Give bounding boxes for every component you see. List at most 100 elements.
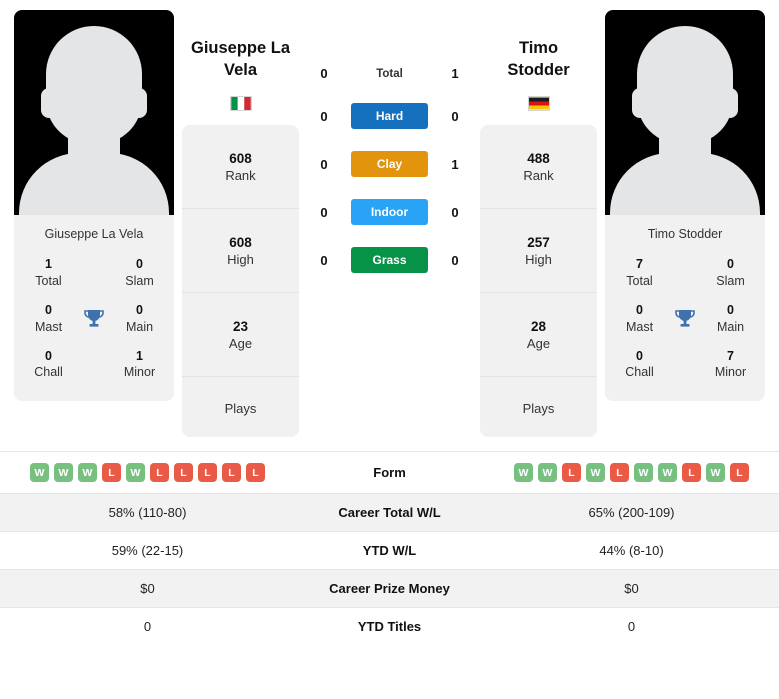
h2h-surface-hard[interactable]: Hard <box>351 103 428 129</box>
titles-main-left: 0 Main <box>111 297 168 341</box>
titles-minor-label-right: Minor <box>714 365 747 380</box>
h2h-right-score: 1 <box>451 66 459 81</box>
form-cell-left: WWWLWLLLLL <box>0 452 295 494</box>
vitals-column-left: Giuseppe La Vela 608 Rank 608 High 23 Ag… <box>182 10 299 437</box>
flag-wrap-right <box>527 96 550 111</box>
form-badge-right-4[interactable]: L <box>610 463 629 482</box>
table-row-form: WWWLWLLLLL Form WWLWLWWLWL <box>0 451 779 494</box>
form-badge-right-8[interactable]: W <box>706 463 725 482</box>
row-label: Career Prize Money <box>329 581 450 596</box>
avatar-ear-left <box>41 88 57 118</box>
form-strip-left: WWWLWLLLLL <box>6 463 289 482</box>
form-badge-left-4[interactable]: W <box>126 463 145 482</box>
h2h-left-score: 0 <box>320 66 328 81</box>
titles-total-right: 7 Total <box>611 251 668 295</box>
form-strip-right: WWLWLWWLWL <box>490 463 773 482</box>
titles-slam-left: 0 Slam <box>111 251 168 295</box>
row-value-left: $0 <box>140 581 155 596</box>
titles-total-label-left: Total <box>35 273 62 288</box>
form-badge-right-1[interactable]: W <box>538 463 557 482</box>
vital-high-left: 608 High <box>182 209 299 293</box>
form-badge-left-3[interactable]: L <box>102 463 121 482</box>
h2h-left-score: 0 <box>320 156 328 172</box>
vital-high-value-right: 257 <box>527 234 550 250</box>
player-panel-left[interactable]: Giuseppe La Vela 1 Total 0 Slam 0 Mast 0… <box>14 10 174 401</box>
form-badge-left-0[interactable]: W <box>30 463 49 482</box>
form-badge-right-7[interactable]: L <box>682 463 701 482</box>
form-badge-right-9[interactable]: L <box>730 463 749 482</box>
row-value-right: 44% (8-10) <box>599 543 664 558</box>
titles-mast-label-left: Mast <box>34 319 63 334</box>
row-label: Career Total W/L <box>338 505 441 520</box>
vital-rank-label-left: Rank <box>225 167 256 183</box>
avatar-shoulders <box>19 153 169 215</box>
titles-chall-value-left: 0 <box>45 348 52 363</box>
form-badge-left-8[interactable]: L <box>222 463 241 482</box>
h2h-left-score: 0 <box>320 252 328 268</box>
player-comparison-page: Giuseppe La Vela 1 Total 0 Slam 0 Mast 0… <box>0 0 779 699</box>
row-value-right: 65% (200-109) <box>588 505 675 520</box>
titles-grid-left: 1 Total 0 Slam 0 Mast 0 Main 0 Chall 1 M… <box>14 251 174 401</box>
titles-minor-right: 7 Minor <box>702 343 759 387</box>
vital-plays-label-left: Plays <box>224 400 257 416</box>
h2h-right-score: 0 <box>451 204 459 220</box>
flag-italy-icon <box>229 96 252 111</box>
avatar-ear-right <box>131 88 147 118</box>
form-badge-right-0[interactable]: W <box>514 463 533 482</box>
titles-grid-right: 7 Total 0 Slam 0 Mast 0 Main 0 Chall 7 M… <box>605 251 765 401</box>
avatar-silhouette-icon <box>46 26 142 144</box>
titles-chall-label-right: Chall <box>625 365 654 380</box>
titles-main-right: 0 Main <box>702 297 759 341</box>
titles-minor-label-left: Minor <box>123 365 156 380</box>
player-panel-name-left: Giuseppe La Vela <box>44 227 144 241</box>
trophy-icon <box>675 309 695 327</box>
flag-wrap-left <box>229 96 252 111</box>
player-title-right-line1: Timo <box>518 39 559 57</box>
trophy-icon-cell-left <box>77 307 111 331</box>
player-title-right-line2: Stodder <box>507 60 570 79</box>
titles-mast-left: 0 Mast <box>20 297 77 341</box>
form-badge-left-2[interactable]: W <box>78 463 97 482</box>
player-photo-left <box>14 10 174 215</box>
form-badge-right-3[interactable]: W <box>586 463 605 482</box>
titles-minor-value-left: 1 <box>136 348 143 363</box>
comparison-stats-body: WWWLWLLLLL Form WWLWLWWLWL 58% (110-80) … <box>0 451 779 646</box>
form-badge-left-7[interactable]: L <box>198 463 217 482</box>
vital-rank-right: 488 Rank <box>480 125 597 209</box>
form-cell-right: WWLWLWWLWL <box>484 452 779 494</box>
h2h-surface-indoor[interactable]: Indoor <box>351 199 428 225</box>
h2h-row: 0 Total 1 <box>307 66 472 81</box>
form-badge-left-5[interactable]: L <box>150 463 169 482</box>
vital-age-value-right: 28 <box>530 318 547 334</box>
form-badge-right-6[interactable]: W <box>658 463 677 482</box>
titles-total-value-left: 1 <box>45 257 52 271</box>
titles-minor-value-right: 7 <box>727 348 734 363</box>
titles-mast-label-right: Mast <box>625 319 654 334</box>
table-row: $0 Career Prize Money $0 <box>0 569 779 608</box>
table-row: 59% (22-15) YTD W/L 44% (8-10) <box>0 531 779 570</box>
titles-chall-value-right: 0 <box>636 348 643 363</box>
player-title-left: Giuseppe La Vela <box>191 38 290 86</box>
h2h-row: 0 Clay 1 <box>307 151 472 177</box>
titles-mast-value-right: 0 <box>636 302 643 317</box>
form-badge-left-9[interactable]: L <box>246 463 265 482</box>
titles-main-label-left: Main <box>125 319 154 334</box>
form-badge-left-1[interactable]: W <box>54 463 73 482</box>
titles-main-label-right: Main <box>716 319 745 334</box>
h2h-right-score: 0 <box>451 108 459 124</box>
player-panel-right[interactable]: Timo Stodder 7 Total 0 Slam 0 Mast 0 Mai… <box>605 10 765 401</box>
vital-rank-value-right: 488 <box>527 150 550 166</box>
form-badge-left-6[interactable]: L <box>174 463 193 482</box>
vital-plays-left: Plays <box>182 377 299 437</box>
h2h-label-total: Total <box>376 67 403 80</box>
table-row: 58% (110-80) Career Total W/L 65% (200-1… <box>0 493 779 532</box>
form-badge-right-5[interactable]: W <box>634 463 653 482</box>
h2h-surface-grass[interactable]: Grass <box>351 247 428 273</box>
vital-high-label-right: High <box>525 251 552 267</box>
row-value-left: 59% (22-15) <box>111 543 184 558</box>
row-value-left: 0 <box>143 619 152 634</box>
row-label: YTD W/L <box>362 543 417 558</box>
player-title-left-line2: Vela <box>223 60 258 79</box>
h2h-surface-clay[interactable]: Clay <box>351 151 428 177</box>
form-badge-right-2[interactable]: L <box>562 463 581 482</box>
